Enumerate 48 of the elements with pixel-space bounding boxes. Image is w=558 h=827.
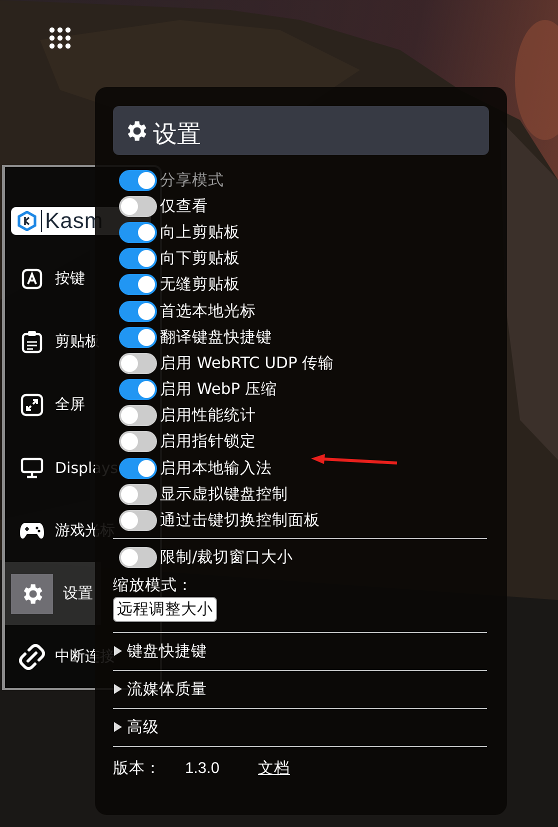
version-label: 版本： <box>113 758 162 780</box>
toggle-label: 显示虚拟键盘控制 <box>160 484 288 505</box>
toggle-label: 首选本地光标 <box>160 300 256 322</box>
sidebar-item[interactable]: 按键 <box>5 247 93 310</box>
toggle-label: 启用本地输入法 <box>160 458 272 479</box>
toggle-switch[interactable] <box>119 352 157 374</box>
scaling-label: 缩放模式： <box>113 574 194 596</box>
toggle-switch[interactable] <box>119 300 157 322</box>
toggle-label: 翻译键盘快捷键 <box>160 326 272 348</box>
toggle-label: 分享模式 <box>160 170 224 191</box>
toggle-switch[interactable] <box>119 458 157 479</box>
panel-title: 设置 <box>153 118 201 150</box>
toggle-label: 仅查看 <box>160 196 208 217</box>
toggle-switch[interactable] <box>119 405 157 426</box>
clipboard-icon <box>21 330 43 354</box>
scaling-select[interactable]: 远程调整大小 <box>113 596 217 622</box>
collapsible-section[interactable]: 流媒体质量 <box>113 670 489 708</box>
fullscreen-icon <box>20 392 44 417</box>
toggle-switch[interactable] <box>119 510 157 532</box>
toggle-switch[interactable] <box>119 222 157 243</box>
toggle-label: 向上剪贴板 <box>160 222 240 243</box>
key-icon <box>21 268 43 290</box>
toggle-label: 通过击键切换控制面板 <box>160 510 320 532</box>
toggle-label: 限制/裁切窗口大小 <box>160 547 294 568</box>
toggle-label: 向下剪贴板 <box>160 248 240 270</box>
broken-link-icon <box>19 644 45 670</box>
toggle-switch[interactable] <box>119 547 157 568</box>
sidebar-item[interactable]: 全屏 <box>5 373 93 436</box>
gamepad-icon <box>19 520 45 541</box>
collapsible-section[interactable]: 高级 <box>113 708 489 746</box>
toggle-switch[interactable] <box>119 274 157 296</box>
toggle-label: 启用指针锁定 <box>160 431 256 452</box>
collapsible-section[interactable]: 键盘快捷键 <box>113 632 489 670</box>
toggle-label: 无缝剪贴板 <box>160 274 240 296</box>
docs-link[interactable]: 文档 <box>258 758 290 780</box>
version-number: 1.3.0 <box>185 760 220 778</box>
toggle-label: 启用 WebP 压缩 <box>160 379 277 400</box>
toggle-label: 启用 WebRTC UDP 传输 <box>160 352 334 374</box>
toggle-switch[interactable] <box>119 484 157 505</box>
toggle-switch[interactable] <box>119 326 157 348</box>
toggle-label: 启用性能统计 <box>160 405 256 426</box>
toggle-switch[interactable] <box>119 196 157 217</box>
monitor-icon <box>20 456 44 479</box>
toggle-switch[interactable] <box>119 379 157 400</box>
toggle-switch[interactable] <box>119 431 157 452</box>
app-grid-icon[interactable] <box>49 27 72 50</box>
toggle-switch[interactable] <box>119 248 157 270</box>
logo-icon <box>17 211 37 232</box>
